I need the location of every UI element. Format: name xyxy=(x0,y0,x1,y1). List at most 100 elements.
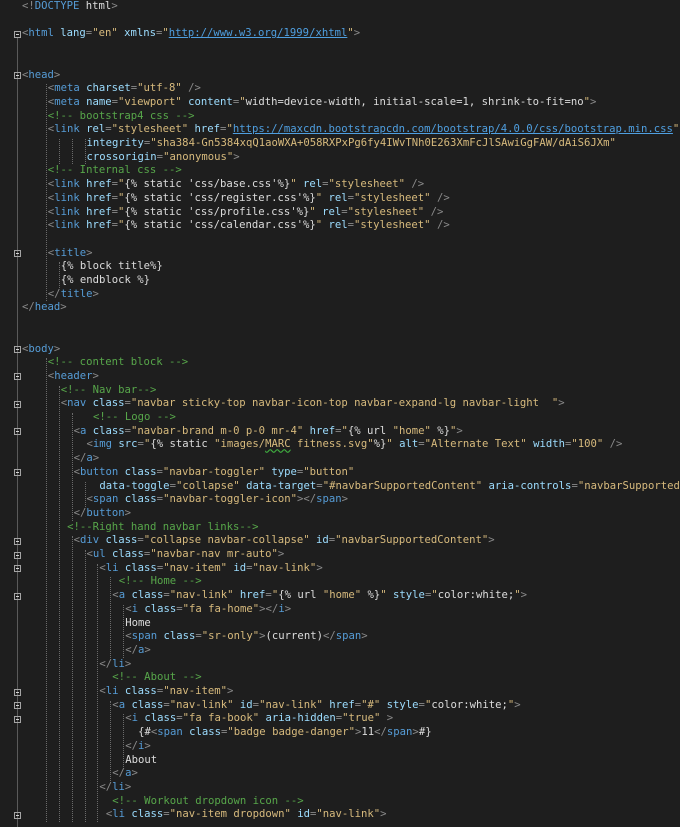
fold-toggle-icon[interactable] xyxy=(14,400,21,408)
code-line[interactable]: <button class="navbar-toggler" type="but… xyxy=(74,466,355,480)
code-token: head xyxy=(34,301,61,314)
code-line[interactable]: <span class="navbar-toggler-icon"></span… xyxy=(87,493,349,507)
code-line[interactable]: crossorigin="anonymous"> xyxy=(87,151,240,165)
code-line[interactable]: <nav class="navbar sticky-top navbar-ico… xyxy=(61,397,565,411)
code-line[interactable]: <meta name="viewport" content="width=dev… xyxy=(48,96,597,110)
code-line[interactable]: Home xyxy=(125,617,151,631)
code-token: span xyxy=(131,630,164,643)
code-token: {% static 'css/register.css'%} xyxy=(124,191,316,204)
code-token: aria-controls xyxy=(488,479,572,492)
code-line[interactable]: <!-- Workout dropdown icon --> xyxy=(112,795,303,809)
code-line[interactable]: </a> xyxy=(74,452,100,466)
code-line[interactable]: </i> xyxy=(125,740,151,754)
code-token: "#navbarSupportedContent" xyxy=(322,479,489,492)
code-line[interactable]: <link href="{% static 'css/calendar.css'… xyxy=(48,219,450,233)
code-line[interactable]: <!-- Logo --> xyxy=(93,411,176,425)
code-line[interactable]: <head> xyxy=(22,69,60,83)
code-token: href xyxy=(86,219,112,232)
fold-toggle-icon[interactable] xyxy=(14,72,21,79)
code-token: "stylesheet" xyxy=(354,219,437,232)
fold-toggle-icon[interactable] xyxy=(14,537,21,545)
code-line[interactable]: <!DOCTYPE html> xyxy=(22,0,118,14)
code-line[interactable]: </button> xyxy=(74,507,131,521)
fold-toggle-icon[interactable] xyxy=(14,30,21,38)
code-line[interactable]: <!-- Internal css --> xyxy=(48,164,182,178)
code-line[interactable]: </li> xyxy=(99,781,131,795)
code-line[interactable]: <html lang="en" xmlns="http://www.w3.org… xyxy=(22,27,360,41)
code-token: "en" xyxy=(92,27,125,40)
code-line[interactable]: </li> xyxy=(99,658,131,672)
code-token: span xyxy=(335,630,362,643)
code-line[interactable]: <!-- Home --> xyxy=(119,575,202,589)
code-line[interactable]: <a class="nav-link" href="{% url "home" … xyxy=(112,589,527,603)
code-token: title xyxy=(60,287,93,300)
code-line[interactable]: <a class="navbar-brand m-0 p-0 mr-4" hre… xyxy=(74,425,463,439)
code-token: "sha384-Gn5384xqQ1aoWXA+058RXPxPg6fy4IWv… xyxy=(150,137,616,149)
code-token: span xyxy=(386,726,413,739)
code-line[interactable]: <!--Right hand navbar links--> xyxy=(67,521,258,535)
indent-guide xyxy=(110,577,112,658)
code-line[interactable]: <i class="fa fa-book" aria-hidden="true"… xyxy=(125,712,393,726)
code-line[interactable]: </a> xyxy=(125,644,151,658)
fold-toggle-icon[interactable] xyxy=(14,715,21,723)
code-token: > xyxy=(514,698,521,711)
code-line[interactable]: <link href="{% static 'css/register.css'… xyxy=(48,192,450,206)
code-line[interactable]: <header> xyxy=(48,370,99,384)
code-line[interactable]: {#<span class="badge badge-danger">11</s… xyxy=(138,726,431,740)
code-line[interactable]: {% block title%} xyxy=(61,260,163,274)
code-line[interactable]: <i class="fa fa-home"></i> xyxy=(125,603,291,617)
fold-toggle-icon[interactable] xyxy=(14,702,21,710)
fold-toggle-icon[interactable] xyxy=(14,250,21,258)
code-line[interactable]: <img src="{% static "images/MARC fitness… xyxy=(87,438,623,452)
code-token: "nav-link" xyxy=(252,561,317,574)
fold-toggle-icon[interactable] xyxy=(14,469,21,477)
indent-guide xyxy=(58,385,60,822)
code-token: "nav-item dropdown" xyxy=(169,808,298,821)
code-line[interactable]: <link href="{% static 'css/profile.css'%… xyxy=(48,206,444,220)
code-line[interactable]: About xyxy=(125,754,157,768)
code-line[interactable]: <ul class="navbar-nav mr-auto"> xyxy=(87,548,285,562)
code-line[interactable]: <title> xyxy=(48,247,93,261)
code-line[interactable]: <!-- bootstrap4 css --> xyxy=(48,110,195,124)
code-token: fitness.svg" xyxy=(290,438,374,451)
code-line[interactable]: <meta charset="utf-8" /> xyxy=(48,82,201,96)
code-line[interactable]: data-toggle="collapse" data-target="#nav… xyxy=(99,480,680,494)
fold-toggle-icon[interactable] xyxy=(14,688,21,696)
code-line[interactable]: <span class="sr-only">(current)</span> xyxy=(125,630,367,644)
indent-guide xyxy=(84,139,86,165)
fold-toggle-icon[interactable] xyxy=(14,428,21,436)
code-token: href xyxy=(86,191,112,204)
code-line[interactable]: <link href="{% static 'css/base.css'%}" … xyxy=(48,178,424,192)
code-line[interactable]: <a class="nav-link" id="nav-link" href="… xyxy=(112,699,520,713)
code-token: "navbar-nav mr-auto" xyxy=(150,548,278,560)
fold-toggle-icon[interactable] xyxy=(14,811,21,819)
code-line[interactable]: <li class="nav-item"> xyxy=(99,685,233,699)
fold-toggle-icon[interactable] xyxy=(14,551,21,559)
code-token: > xyxy=(92,369,99,382)
code-line[interactable]: <li class="nav-item" id="nav-link"> xyxy=(99,562,322,576)
code-line[interactable]: integrity="sha384-Gn5384xqQ1aoWXA+058RXP… xyxy=(87,137,616,151)
fold-toggle-icon[interactable] xyxy=(14,373,21,381)
code-line[interactable]: {% endblock %} xyxy=(61,274,150,288)
code-token: "stylesheet" xyxy=(347,205,431,218)
code-token: > xyxy=(53,68,61,81)
fold-toggle-icon[interactable] xyxy=(14,592,21,600)
code-token: id xyxy=(297,808,310,821)
code-line[interactable]: </title> xyxy=(48,288,99,302)
code-line[interactable]: <!-- Nav bar--> xyxy=(61,384,157,398)
code-token: {% block title%} xyxy=(60,260,163,273)
code-line[interactable]: </a> xyxy=(112,767,138,781)
code-line[interactable]: <link rel="stylesheet" href="https://max… xyxy=(48,123,680,137)
code-line[interactable]: <li class="nav-item dropdown" id="nav-li… xyxy=(106,808,387,822)
code-token: class xyxy=(92,424,125,437)
code-token: ></ xyxy=(297,493,317,506)
code-line[interactable]: <div class="collapse navbar-collapse" id… xyxy=(74,534,495,548)
code-line[interactable]: </head> xyxy=(22,301,67,315)
code-line[interactable]: <body> xyxy=(22,343,60,357)
fold-toggle-icon[interactable] xyxy=(14,346,21,353)
code-line[interactable]: <!-- content block --> xyxy=(48,356,188,370)
code-editor[interactable]: <!DOCTYPE html> <html lang="en" xmlns="ht… xyxy=(0,0,680,827)
code-token: "Alternate Text" xyxy=(424,438,534,451)
fold-toggle-icon[interactable] xyxy=(14,565,21,573)
code-line[interactable]: <!-- About --> xyxy=(112,671,201,685)
